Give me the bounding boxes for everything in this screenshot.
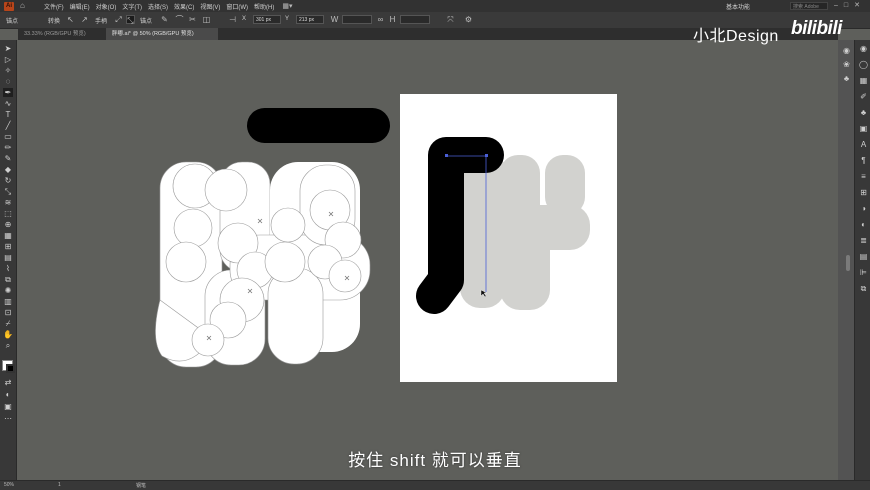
channel-watermark: 小北Design [693,28,779,45]
current-tool-name: 钢笔 [136,483,147,489]
bilibili-logo: bilibili [791,18,842,39]
artboard-number[interactable]: 1 [58,482,61,488]
anchor-point-end [485,154,488,157]
zoom-level[interactable]: 50% [4,482,14,488]
left-glyph [155,161,371,368]
video-subtitle: 按住 shift 就可以垂直 [348,451,522,470]
black-bar-shape [247,108,390,143]
anchor-point-start [445,154,448,157]
canvas-artwork [155,94,617,382]
